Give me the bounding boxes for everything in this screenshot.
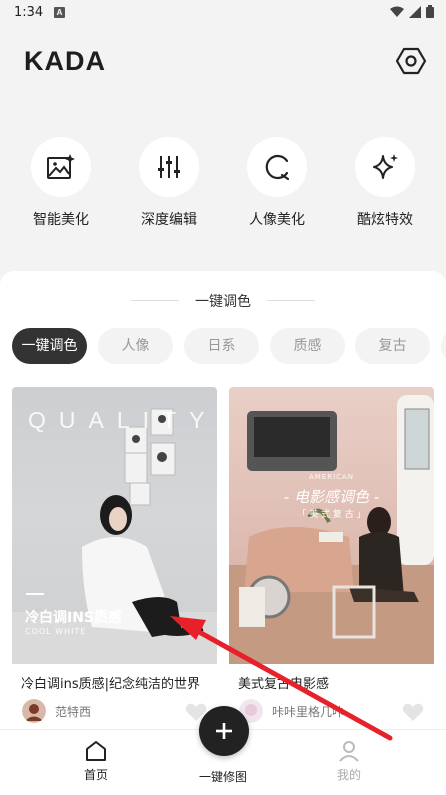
chip-more[interactable] <box>441 328 446 364</box>
feature-label: 深度编辑 <box>141 212 197 228</box>
chip-one-click-tone[interactable]: 一键调色 <box>12 328 87 364</box>
card-image: AMERICAN - 电影感调色 - 「 美 式 复 古 」 <box>229 387 434 664</box>
signal-icon <box>409 5 421 18</box>
author-name: 咔咔里格几咔 <box>272 704 345 719</box>
sliders-icon <box>158 156 180 178</box>
nav-home-label: 首页 <box>83 768 108 782</box>
card-title: 美式复古电影感 <box>238 677 330 692</box>
sparkle-icon <box>373 154 398 179</box>
section-title: 一键调色 <box>195 294 251 310</box>
overlay-top: AMERICAN <box>308 473 355 481</box>
hexagon-settings-icon <box>395 47 427 75</box>
user-icon <box>339 741 359 762</box>
plus-icon <box>216 723 232 739</box>
nav-edit-label-wrap[interactable]: 一键修图 <box>173 768 273 785</box>
feature-cool-effects[interactable]: 酷炫特效 <box>335 137 435 229</box>
filter-chip-row: 一键调色 人像 日系 质感 复古 <box>12 328 446 364</box>
feature-icon-circle <box>355 137 415 197</box>
preset-card[interactable]: QUALITY 冷白调INS质感 COOL WHITE 冷白调ins质感|纪念纯… <box>12 387 217 723</box>
battery-icon <box>426 5 434 18</box>
status-time: 1:34 <box>14 5 44 20</box>
divider <box>267 300 315 301</box>
app-logo: KADA <box>24 46 106 76</box>
ai-image-icon <box>47 154 75 179</box>
overlay-title: - 电影感调色 - <box>283 488 380 506</box>
nav-home[interactable]: 首页 <box>46 740 146 783</box>
feature-label: 人像美化 <box>249 212 305 228</box>
feature-icon-circle <box>247 137 307 197</box>
feature-row: 智能美化 深度编辑 人像美化 酷炫特效 <box>0 137 446 237</box>
home-icon <box>86 741 106 761</box>
overlay-subtitle: 「 美 式 复 古 」 <box>297 510 366 520</box>
photo-retro-trailer <box>229 395 434 664</box>
feature-portrait-beautify[interactable]: 人像美化 <box>227 137 327 229</box>
feature-deep-edit[interactable]: 深度编辑 <box>119 137 219 229</box>
feature-icon-circle <box>139 137 199 197</box>
chip-japanese[interactable]: 日系 <box>184 328 259 364</box>
overlay-quality: QUALITY <box>28 407 217 433</box>
settings-button[interactable] <box>395 45 427 77</box>
card-image: QUALITY 冷白调INS质感 COOL WHITE <box>12 387 217 664</box>
nav-edit-label: 一键修图 <box>198 770 247 784</box>
card-author: 范特西 <box>22 699 91 723</box>
notification-icon: A <box>54 7 65 18</box>
nav-me[interactable]: 我的 <box>299 740 399 783</box>
feature-label: 智能美化 <box>33 212 89 228</box>
status-icons <box>390 5 434 18</box>
status-bar: 1:34 A <box>0 0 446 26</box>
chip-retro[interactable]: 复古 <box>355 328 430 364</box>
card-title: 冷白调ins质感|纪念纯洁的世界 <box>21 677 201 692</box>
overlay-title: 冷白调INS质感 <box>25 610 123 626</box>
feature-smart-beautify[interactable]: 智能美化 <box>11 137 111 229</box>
content-sheet: 一键调色 一键调色 人像 日系 质感 复古 QUALITY 冷白调INS质感 C… <box>0 271 446 741</box>
heart-icon[interactable] <box>402 703 424 721</box>
feature-icon-circle <box>31 137 91 197</box>
feature-label: 酷炫特效 <box>357 212 413 228</box>
overlay-dash <box>26 593 44 595</box>
preset-card[interactable]: AMERICAN - 电影感调色 - 「 美 式 复 古 」 美式复古电影感 咔… <box>229 387 434 723</box>
nav-me-label: 我的 <box>336 768 361 782</box>
portrait-circle-icon <box>265 154 290 181</box>
overlay-subtitle: COOL WHITE <box>25 627 87 636</box>
avatar <box>22 699 46 723</box>
quick-edit-button[interactable] <box>199 706 249 756</box>
card-author: 咔咔里格几咔 <box>239 699 344 723</box>
author-name: 范特西 <box>55 704 92 719</box>
chip-portrait[interactable]: 人像 <box>98 328 173 364</box>
wifi-icon <box>390 6 404 17</box>
chip-texture[interactable]: 质感 <box>270 328 345 364</box>
